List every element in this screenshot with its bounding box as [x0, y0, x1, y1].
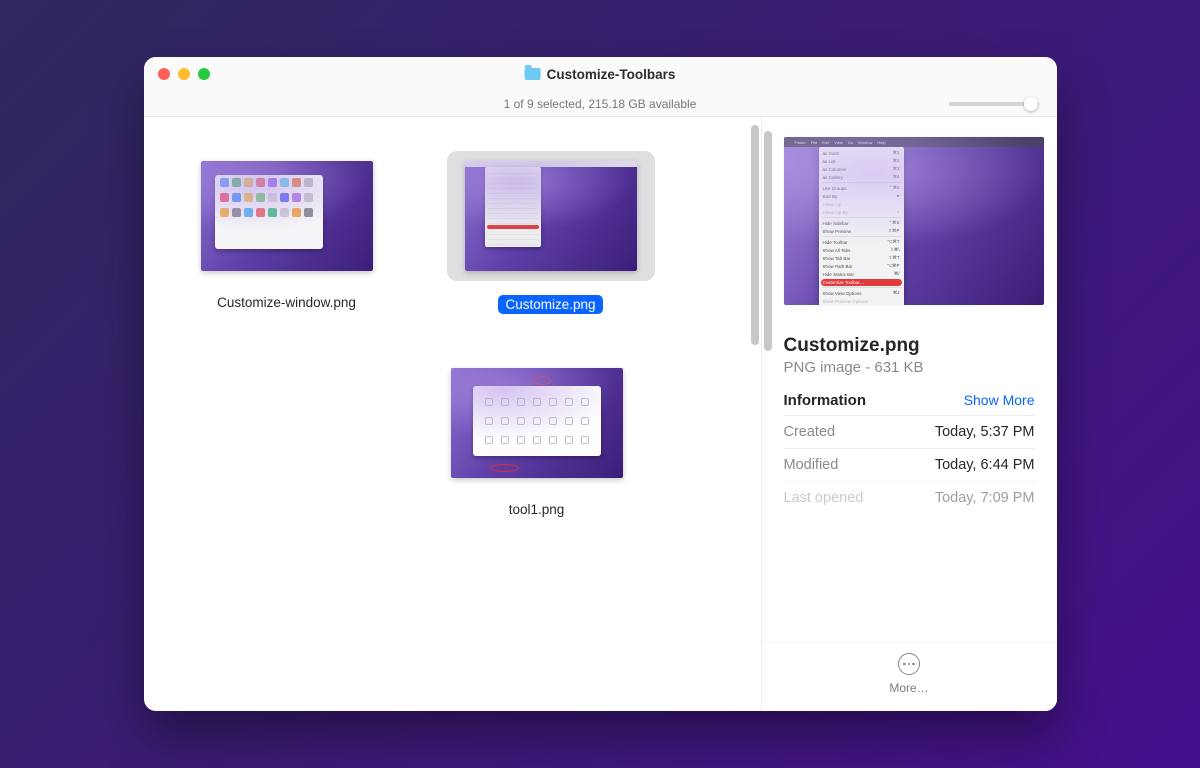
window-title-group: Customize-Toolbars	[525, 67, 676, 82]
info-heading: Information	[784, 392, 867, 409]
file-label: Customize-window.png	[217, 295, 356, 310]
info-row: Created Today, 5:37 PM	[784, 415, 1035, 448]
status-bar: 1 of 9 selected, 215.18 GB available	[144, 91, 1057, 117]
preview-image-zone: Finder File Edit View Go Window Help as …	[762, 117, 1057, 313]
thumbnail-wrap	[183, 151, 391, 281]
file-item[interactable]: tool1.png	[412, 348, 662, 523]
window-title: Customize-Toolbars	[547, 67, 676, 82]
icon-size-slider[interactable]	[949, 102, 1039, 106]
minimize-icon[interactable]	[178, 68, 190, 80]
preview-image: Finder File Edit View Go Window Help as …	[784, 137, 1044, 305]
thumbnail	[451, 368, 623, 478]
window-controls	[158, 68, 210, 80]
folder-icon	[525, 68, 541, 80]
info-row: Modified Today, 6:44 PM	[784, 448, 1035, 481]
thumbnail-wrap	[447, 151, 655, 281]
show-more-link[interactable]: Show More	[964, 392, 1035, 408]
window-body: Customize-window.png	[144, 117, 1057, 711]
preview-filename: Customize.png	[784, 335, 1035, 357]
info-row: Last opened Today, 7:09 PM	[784, 481, 1035, 514]
preview-pane: Finder File Edit View Go Window Help as …	[761, 117, 1057, 711]
zoom-icon[interactable]	[198, 68, 210, 80]
more-label: More…	[889, 681, 928, 695]
thumbnail	[465, 161, 637, 271]
file-label: tool1.png	[509, 502, 565, 517]
preview-metadata: Customize.png PNG image - 631 KB Informa…	[762, 313, 1057, 642]
scrollbar[interactable]	[764, 131, 772, 351]
thumbnail-wrap	[433, 358, 641, 488]
finder-window: Customize-Toolbars 1 of 9 selected, 215.…	[144, 57, 1057, 711]
thumbnail	[201, 161, 373, 271]
preview-menu-dropdown: as Icons⌘1 as List⌘2 as Columns⌘3 as Gal…	[819, 147, 904, 305]
status-text: 1 of 9 selected, 215.18 GB available	[504, 97, 697, 111]
close-icon[interactable]	[158, 68, 170, 80]
preview-subtitle: PNG image - 631 KB	[784, 359, 1035, 376]
titlebar: Customize-Toolbars	[144, 57, 1057, 91]
more-actions: More…	[762, 642, 1057, 711]
file-item[interactable]: Customize.png	[426, 141, 676, 320]
file-item[interactable]: Customize-window.png	[162, 141, 412, 320]
preview-menubar: Finder File Edit View Go Window Help	[784, 137, 1044, 147]
scrollbar[interactable]	[751, 125, 759, 345]
icon-grid[interactable]: Customize-window.png	[144, 117, 761, 711]
file-label: Customize.png	[498, 295, 602, 314]
more-icon[interactable]	[898, 653, 920, 675]
